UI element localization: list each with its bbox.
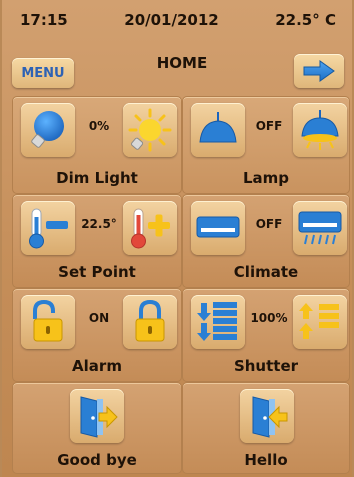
thermometer-plus-icon [127, 205, 173, 251]
set-point-increase-button[interactable] [123, 201, 177, 255]
dim-light-label: Dim Light [56, 169, 138, 187]
set-point-decrease-button[interactable] [21, 201, 75, 255]
set-point-cell: 22.5° Set Point [12, 194, 182, 288]
alarm-off-button[interactable] [21, 295, 75, 349]
climate-cell: OFF Climate [182, 194, 350, 288]
set-point-label: Set Point [58, 263, 136, 281]
alarm-on-button[interactable] [123, 295, 177, 349]
shutter-label: Shutter [233, 357, 299, 375]
alarm-label: Alarm [72, 357, 122, 375]
shutter-up-button[interactable] [293, 295, 347, 349]
climate-on-button[interactable] [293, 201, 347, 255]
status-bar: 17:15 20/01/2012 22.5° C [2, 0, 352, 40]
shutter-down-button[interactable] [191, 295, 245, 349]
door-exit-icon [75, 393, 119, 439]
climate-label: Climate [233, 263, 299, 281]
lamp-label: Lamp [242, 169, 290, 187]
shutter-cell: 100% Shutter [182, 288, 350, 382]
lamp-status: OFF [255, 119, 283, 133]
device-grid: 0% Dim Light OFF Lamp 22.5° Set Point OF… [12, 96, 350, 474]
home-screen: 17:15 20/01/2012 22.5° C MENU HOME 0% Di… [0, 0, 354, 477]
good-bye-button[interactable] [70, 389, 124, 443]
set-point-value: 22.5° [81, 217, 117, 231]
air-conditioner-off-icon [195, 213, 241, 243]
temperature-readout: 22.5° C [275, 11, 336, 29]
header: MENU HOME [2, 40, 352, 88]
shutter-level: 100% [250, 311, 288, 325]
clock-time: 17:15 [20, 11, 68, 29]
dim-light-on-button[interactable] [123, 103, 177, 157]
current-date: 20/01/2012 [124, 11, 219, 29]
shutter-up-icon [297, 299, 343, 345]
lamp-off-button[interactable] [191, 103, 245, 157]
climate-off-button[interactable] [191, 201, 245, 255]
lamp-on-button[interactable] [293, 103, 347, 157]
bulb-off-icon [27, 108, 69, 152]
alarm-status: ON [88, 311, 110, 325]
shutter-down-icon [195, 299, 241, 345]
menu-button[interactable]: MENU [12, 58, 74, 88]
door-enter-icon [245, 393, 289, 439]
alarm-cell: ON Alarm [12, 288, 182, 382]
air-conditioner-on-icon [297, 208, 343, 248]
sun-icon [127, 107, 173, 153]
lamp-cell: OFF Lamp [182, 96, 350, 194]
lamp-on-icon [298, 108, 342, 152]
next-page-button[interactable] [294, 54, 344, 88]
page-title: HOME [156, 54, 208, 72]
hello-button[interactable] [240, 389, 294, 443]
good-bye-cell: Good bye [12, 382, 182, 474]
dim-light-cell: 0% Dim Light [12, 96, 182, 194]
lock-closed-icon [130, 299, 170, 345]
good-bye-label: Good bye [57, 451, 137, 469]
thermometer-minus-icon [25, 205, 71, 251]
hello-label: Hello [244, 451, 288, 469]
arrow-right-icon [302, 60, 336, 82]
climate-status: OFF [255, 217, 283, 231]
lock-open-icon [28, 299, 68, 345]
dim-light-level: 0% [88, 119, 110, 133]
lamp-off-icon [196, 110, 240, 150]
hello-cell: Hello [182, 382, 350, 474]
dim-light-off-button[interactable] [21, 103, 75, 157]
